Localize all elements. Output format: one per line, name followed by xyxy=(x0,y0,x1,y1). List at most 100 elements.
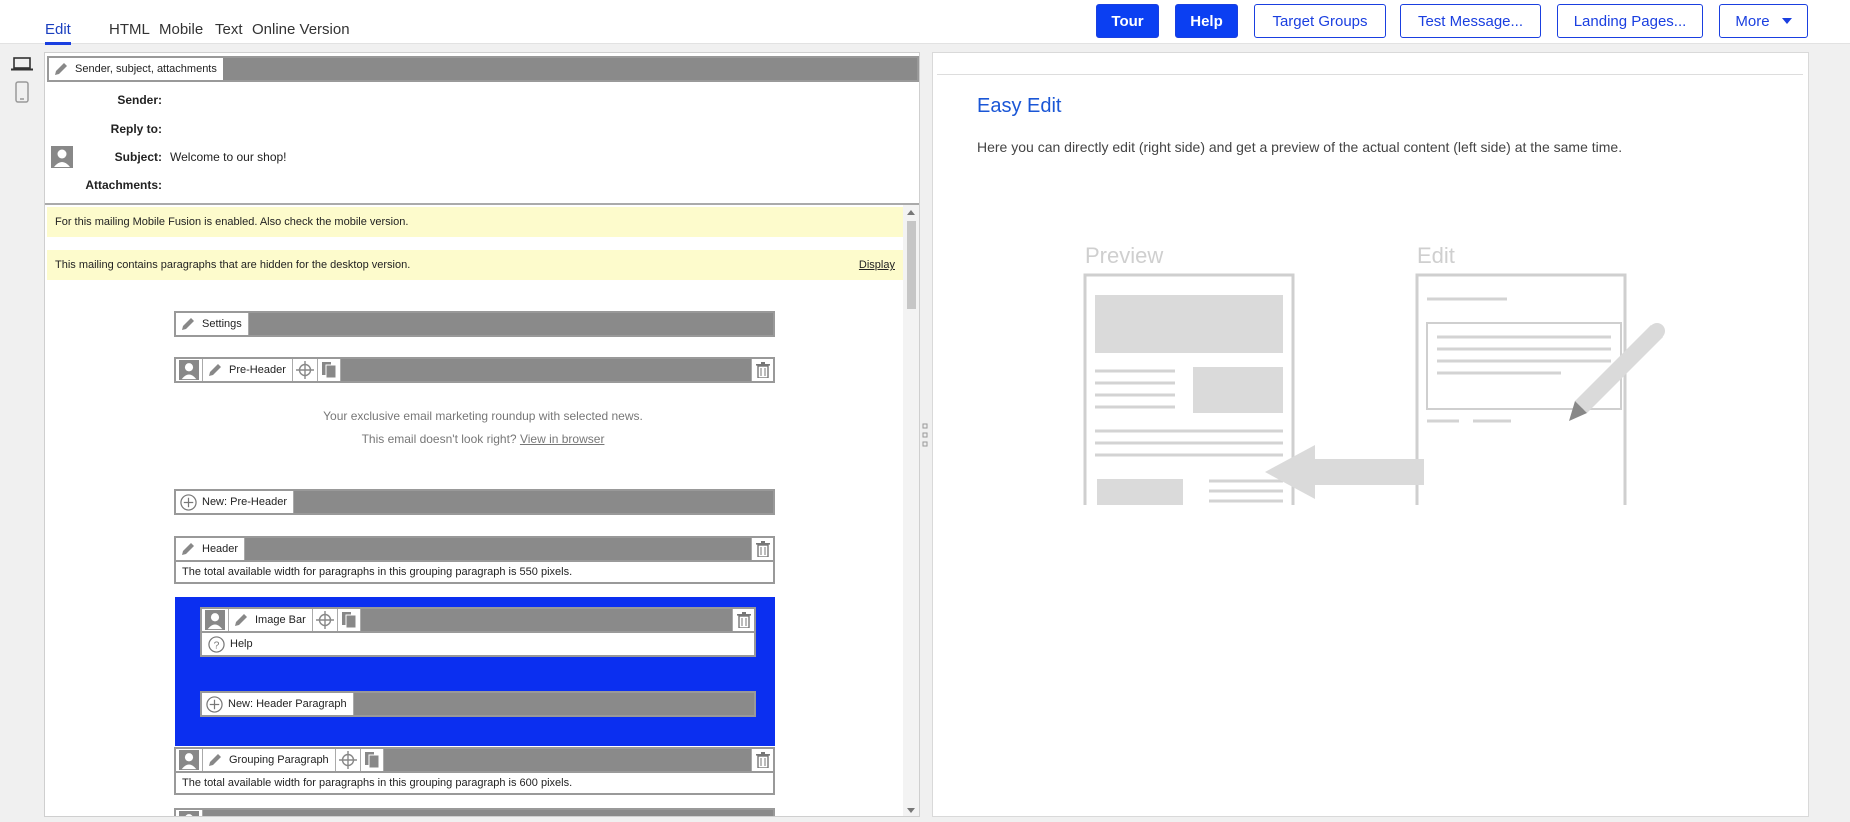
next-paragraph-bar[interactable] xyxy=(174,808,775,817)
hidden-paragraphs-text: This mailing contains paragraphs that ar… xyxy=(55,259,411,271)
avatar-icon[interactable] xyxy=(179,750,199,770)
tab-text[interactable]: Text xyxy=(215,21,243,38)
mail-editor-pane: Sender, subject, attachments Sender: Rep… xyxy=(44,52,920,817)
edit-caption: Edit xyxy=(1417,243,1455,268)
bar-fill xyxy=(340,359,751,381)
divider xyxy=(937,74,1803,75)
tab-mobile[interactable]: Mobile xyxy=(159,21,203,38)
pre-header-label: Pre-Header xyxy=(229,364,286,376)
bar-fill xyxy=(383,749,751,771)
bar-fill xyxy=(222,58,917,80)
preview-image xyxy=(1097,479,1183,505)
preview-caption: Preview xyxy=(1085,243,1163,268)
pane-resize-handle[interactable] xyxy=(922,422,928,448)
display-link[interactable]: Display xyxy=(859,259,895,271)
view-in-browser-link[interactable]: View in browser xyxy=(520,432,604,446)
tab-online-version[interactable]: Online Version xyxy=(252,21,350,38)
pencil-icon[interactable] xyxy=(53,61,69,77)
device-rail xyxy=(0,44,44,822)
settings-bar[interactable]: Settings xyxy=(174,311,775,337)
easy-edit-title: Easy Edit xyxy=(977,95,1062,117)
subject-value[interactable]: Welcome to our shop! xyxy=(170,150,287,164)
help-button[interactable]: Help xyxy=(1175,4,1238,38)
help-label: Help xyxy=(230,638,253,650)
preheader-line-2-text: This email doesn't look right? xyxy=(361,432,517,446)
bar-fill xyxy=(248,313,773,335)
crosshair-icon[interactable] xyxy=(295,361,314,379)
trash-icon[interactable] xyxy=(755,752,770,768)
bar-fill xyxy=(293,491,773,513)
header-width-info: The total available width for paragraphs… xyxy=(174,562,775,584)
attachments-label: Attachments: xyxy=(85,178,162,192)
avatar-icon[interactable] xyxy=(205,610,225,630)
easy-edit-illustration: Preview Edit xyxy=(1083,243,1665,505)
top-toolbar: Edit HTML Mobile Text Online Version Tou… xyxy=(0,0,1850,45)
plus-icon[interactable] xyxy=(180,493,197,511)
tab-html[interactable]: HTML xyxy=(109,21,150,38)
crosshair-icon[interactable] xyxy=(315,611,334,629)
svg-text:?: ? xyxy=(214,640,220,651)
image-bar-label: Image Bar xyxy=(255,614,306,626)
easy-edit-description: Here you can directly edit (right side) … xyxy=(977,139,1623,155)
image-bar[interactable]: Image Bar xyxy=(200,607,756,633)
pre-header-bar[interactable]: Pre-Header xyxy=(174,357,775,383)
copy-icon[interactable] xyxy=(364,751,380,769)
bar-fill xyxy=(203,810,773,816)
pencil-icon[interactable] xyxy=(180,316,196,332)
header-bar[interactable]: Header xyxy=(174,536,775,562)
hidden-paragraphs-notice: This mailing contains paragraphs that ar… xyxy=(47,250,903,280)
more-button[interactable]: More xyxy=(1719,4,1808,38)
sender-subject-bar[interactable]: Sender, subject, attachments xyxy=(47,56,919,82)
pencil-icon[interactable] xyxy=(207,752,223,768)
mobile-fusion-notice: For this mailing Mobile Fusion is enable… xyxy=(47,207,903,237)
preview-image xyxy=(1193,367,1283,413)
new-pre-header-bar[interactable]: New: Pre-Header xyxy=(174,489,775,515)
subject-label: Subject: xyxy=(114,150,162,164)
scroll-down-icon[interactable] xyxy=(907,808,915,813)
crosshair-icon[interactable] xyxy=(338,751,357,769)
help-icon: ? xyxy=(208,635,225,653)
mobile-icon[interactable] xyxy=(15,81,29,103)
image-bar-help[interactable]: ? Help xyxy=(200,633,756,657)
scroll-thumb[interactable] xyxy=(907,221,916,309)
pencil-icon[interactable] xyxy=(233,612,249,628)
divider xyxy=(45,203,919,205)
target-groups-button[interactable]: Target Groups xyxy=(1254,4,1386,38)
sender-subject-label: Sender, subject, attachments xyxy=(75,63,217,75)
scroll-up-icon[interactable] xyxy=(907,210,915,215)
copy-icon[interactable] xyxy=(341,611,357,629)
reply-to-label: Reply to: xyxy=(110,122,162,136)
landing-pages-button[interactable]: Landing Pages... xyxy=(1557,4,1703,38)
avatar-icon[interactable] xyxy=(179,360,199,380)
pencil-icon[interactable] xyxy=(180,541,196,557)
chevron-down-icon xyxy=(1781,18,1792,24)
grouping-paragraph-label: Grouping Paragraph xyxy=(229,754,329,766)
tour-button[interactable]: Tour xyxy=(1096,4,1159,38)
bar-fill xyxy=(245,538,751,560)
new-header-paragraph-label: New: Header Paragraph xyxy=(228,698,347,710)
preheader-line-1: Your exclusive email marketing roundup w… xyxy=(323,409,643,423)
new-header-paragraph-bar[interactable]: New: Header Paragraph xyxy=(200,691,756,717)
new-pre-header-label: New: Pre-Header xyxy=(202,496,287,508)
more-label: More xyxy=(1735,12,1770,30)
tab-edit[interactable]: Edit xyxy=(45,21,71,45)
test-message-button[interactable]: Test Message... xyxy=(1400,4,1541,38)
trash-icon[interactable] xyxy=(755,362,770,378)
settings-label: Settings xyxy=(202,318,242,330)
grouping-paragraph-bar[interactable]: Grouping Paragraph xyxy=(174,747,775,773)
plus-icon[interactable] xyxy=(206,695,223,713)
desktop-icon[interactable] xyxy=(11,57,33,71)
pencil-icon[interactable] xyxy=(207,362,223,378)
avatar-icon[interactable] xyxy=(179,811,199,817)
mobile-fusion-text: For this mailing Mobile Fusion is enable… xyxy=(55,216,409,228)
bar-fill xyxy=(353,693,754,715)
trash-icon[interactable] xyxy=(736,612,751,628)
header-label: Header xyxy=(202,543,239,555)
avatar-icon[interactable] xyxy=(51,146,73,168)
editor-scrollbar[interactable] xyxy=(903,205,919,816)
easy-edit-panel: Easy Edit Here you can directly edit (ri… xyxy=(932,52,1809,817)
bar-fill xyxy=(360,609,732,631)
copy-icon[interactable] xyxy=(321,361,337,379)
preview-block xyxy=(1095,295,1283,353)
trash-icon[interactable] xyxy=(755,541,770,557)
